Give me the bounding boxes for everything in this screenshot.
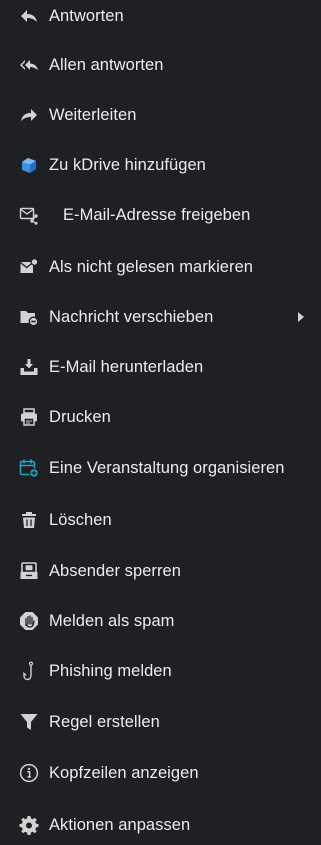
menu-item-label: Zu kDrive hinzufügen [49,155,206,174]
menu-item-label: Eine Veranstaltung organisieren [49,458,285,477]
menu-item-label: E-Mail herunterladen [49,357,204,376]
menu-item-show-headers[interactable]: Kopfzeilen anzeigen [0,753,321,793]
menu-item-label: Aktionen anpassen [49,815,191,834]
menu-item-label: Allen antworten [49,55,164,74]
menu-item-label: Löschen [49,510,112,529]
menu-item-create-rule[interactable]: Regel erstellen [0,702,321,742]
message-actions-menu: Antworten Allen antworten Weiterleiten Z… [0,0,321,838]
menu-item-add-kdrive[interactable]: Zu kDrive hinzufügen [0,145,321,185]
move-folder-icon [19,307,39,327]
calendar-add-icon [19,458,39,478]
menu-item-customize-actions[interactable]: Aktionen anpassen [0,805,321,845]
menu-item-print[interactable]: Drucken [0,397,321,437]
download-icon [19,357,39,377]
menu-item-share-email[interactable]: E-Mail-Adresse freigeben [0,195,321,235]
kdrive-icon [19,155,39,175]
mark-unread-icon [19,257,39,277]
filter-icon [19,712,39,732]
menu-item-label: Antworten [49,6,124,25]
menu-item-forward[interactable]: Weiterleiten [0,95,321,135]
spam-hand-icon [19,611,39,631]
menu-item-label: Weiterleiten [49,105,137,124]
menu-item-report-spam[interactable]: Melden als spam [0,601,321,641]
menu-item-label: Regel erstellen [49,712,160,731]
menu-item-delete[interactable]: Löschen [0,500,321,540]
share-email-icon [19,205,39,225]
menu-item-block-sender[interactable]: Absender sperren [0,551,321,591]
print-icon [19,407,39,427]
menu-item-report-phishing[interactable]: Phishing melden [0,651,321,691]
phishing-hook-icon [19,661,39,681]
block-sender-icon [19,561,39,581]
trash-icon [19,510,39,530]
forward-icon [19,105,39,125]
gear-icon [19,815,39,835]
menu-item-label: Kopfzeilen anzeigen [49,763,199,782]
info-icon [19,763,39,783]
chevron-right-icon [297,311,305,323]
menu-item-label: Phishing melden [49,661,172,680]
menu-item-organize-event[interactable]: Eine Veranstaltung organisieren [0,448,321,488]
menu-item-label: Nachricht verschieben [49,307,214,326]
menu-item-reply[interactable]: Antworten [0,0,321,36]
menu-item-label: Drucken [49,407,111,426]
menu-item-download-email[interactable]: E-Mail herunterladen [0,347,321,387]
reply-icon [19,6,39,26]
menu-item-move-message[interactable]: Nachricht verschieben [0,297,321,337]
menu-item-label: E-Mail-Adresse freigeben [63,205,251,224]
menu-item-reply-all[interactable]: Allen antworten [0,45,321,85]
menu-item-label: Als nicht gelesen markieren [49,257,254,276]
reply-all-icon [19,55,39,75]
menu-item-mark-unread[interactable]: Als nicht gelesen markieren [0,247,321,287]
menu-item-label: Absender sperren [49,561,181,580]
menu-item-label: Melden als spam [49,611,175,630]
